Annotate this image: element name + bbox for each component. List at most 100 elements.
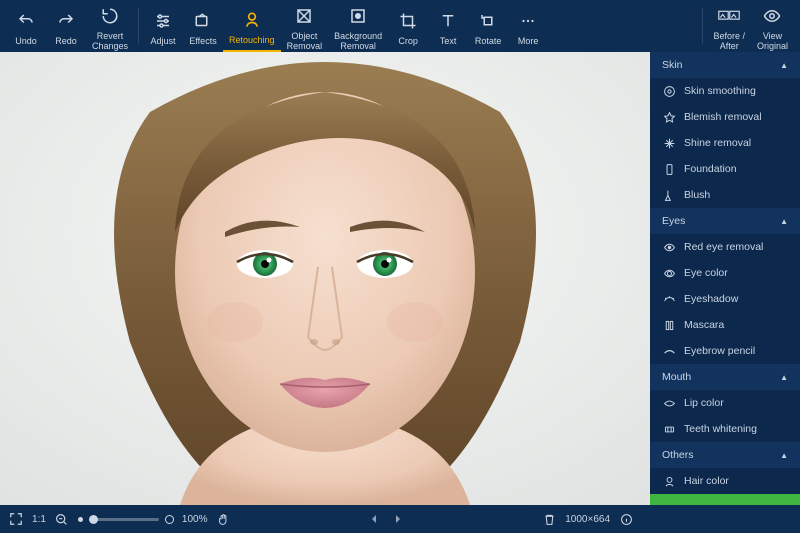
text-button[interactable]: Text bbox=[428, 0, 468, 52]
section-eyes-header[interactable]: Eyes ▲ bbox=[650, 208, 800, 234]
retouching-button[interactable]: Retouching bbox=[223, 0, 281, 52]
item-label: Eyebrow pencil bbox=[684, 345, 755, 357]
zoom-slider[interactable] bbox=[78, 515, 174, 524]
item-shine-removal[interactable]: Shine removal bbox=[650, 130, 800, 156]
blemish-icon bbox=[662, 110, 676, 124]
view-original-label: View Original bbox=[757, 31, 788, 51]
section-mouth-label: Mouth bbox=[662, 371, 691, 383]
item-label: Lip color bbox=[684, 397, 724, 409]
teeth-icon bbox=[662, 422, 676, 436]
section-skin-label: Skin bbox=[662, 59, 682, 71]
hair-color-icon bbox=[662, 474, 676, 488]
before-after-icon bbox=[718, 5, 740, 27]
prev-image-button[interactable] bbox=[366, 511, 382, 527]
effects-button[interactable]: Effects bbox=[183, 0, 223, 52]
redo-button[interactable]: Redo bbox=[46, 0, 86, 52]
pan-hand-button[interactable] bbox=[215, 511, 231, 527]
item-label: Mascara bbox=[684, 319, 724, 331]
item-label: Skin smoothing bbox=[684, 85, 756, 97]
object-removal-button[interactable]: Object Removal bbox=[281, 0, 329, 52]
section-others-header[interactable]: Others ▲ bbox=[650, 442, 800, 468]
zoom-out-icon[interactable] bbox=[54, 511, 70, 527]
save-as-button[interactable]: Save As... bbox=[650, 494, 800, 505]
rotate-button[interactable]: Rotate bbox=[468, 0, 508, 52]
more-icon bbox=[519, 10, 537, 32]
item-label: Foundation bbox=[684, 163, 737, 175]
rotate-icon bbox=[479, 10, 497, 32]
info-button[interactable] bbox=[618, 511, 634, 527]
item-teeth-whitening[interactable]: Teeth whitening bbox=[650, 416, 800, 442]
chevron-up-icon: ▲ bbox=[780, 373, 788, 382]
eye-icon bbox=[763, 5, 781, 27]
item-label: Red eye removal bbox=[684, 241, 763, 253]
item-label: Blemish removal bbox=[684, 111, 762, 123]
item-mascara[interactable]: Mascara bbox=[650, 312, 800, 338]
item-lip-color[interactable]: Lip color bbox=[650, 390, 800, 416]
item-red-eye-removal[interactable]: Red eye removal bbox=[650, 234, 800, 260]
eyebrow-icon bbox=[662, 344, 676, 358]
retouching-panel: Skin ▲ Skin smoothing Blemish removal Sh… bbox=[650, 52, 800, 505]
fullscreen-button[interactable] bbox=[8, 511, 24, 527]
mascara-icon bbox=[662, 318, 676, 332]
adjust-icon bbox=[154, 10, 172, 32]
retouching-label: Retouching bbox=[229, 35, 275, 45]
smoothing-icon bbox=[662, 84, 676, 98]
section-skin-header[interactable]: Skin ▲ bbox=[650, 52, 800, 78]
portrait-image bbox=[0, 52, 650, 505]
item-skin-smoothing[interactable]: Skin smoothing bbox=[650, 78, 800, 104]
lip-icon bbox=[662, 396, 676, 410]
aspect-ratio-label[interactable]: 1:1 bbox=[32, 514, 46, 525]
delete-button[interactable] bbox=[541, 511, 557, 527]
item-hair-color[interactable]: Hair color bbox=[650, 468, 800, 494]
item-foundation[interactable]: Foundation bbox=[650, 156, 800, 182]
zoom-track[interactable] bbox=[89, 518, 159, 521]
crop-button[interactable]: Crop bbox=[388, 0, 428, 52]
red-eye-icon bbox=[662, 240, 676, 254]
item-eye-color[interactable]: Eye color bbox=[650, 260, 800, 286]
adjust-label: Adjust bbox=[151, 36, 176, 46]
undo-icon bbox=[17, 10, 35, 32]
zoom-percent-label: 100% bbox=[182, 514, 208, 525]
item-blush[interactable]: Blush bbox=[650, 182, 800, 208]
undo-button[interactable]: Undo bbox=[6, 0, 46, 52]
before-after-button[interactable]: Before / After bbox=[707, 0, 751, 52]
foundation-icon bbox=[662, 162, 676, 176]
bottom-bar: 1:1 100% 1000×664 bbox=[0, 505, 800, 533]
effects-label: Effects bbox=[189, 36, 216, 46]
text-label: Text bbox=[440, 36, 457, 46]
item-label: Hair color bbox=[684, 475, 729, 487]
zoom-thumb[interactable] bbox=[89, 515, 98, 524]
image-canvas[interactable] bbox=[0, 52, 650, 505]
adjust-button[interactable]: Adjust bbox=[143, 0, 183, 52]
effects-icon bbox=[194, 10, 212, 32]
section-mouth-header[interactable]: Mouth ▲ bbox=[650, 364, 800, 390]
object-removal-icon bbox=[295, 5, 313, 27]
app-root: Undo Redo Revert Changes Adjust Effects bbox=[0, 0, 800, 533]
item-label: Shine removal bbox=[684, 137, 751, 149]
next-image-button[interactable] bbox=[390, 511, 406, 527]
before-after-label: Before / After bbox=[713, 31, 745, 51]
chevron-up-icon: ▲ bbox=[780, 217, 788, 226]
rotate-label: Rotate bbox=[475, 36, 502, 46]
separator bbox=[138, 8, 139, 44]
crop-icon bbox=[399, 10, 417, 32]
item-label: Blush bbox=[684, 189, 710, 201]
revert-button[interactable]: Revert Changes bbox=[86, 0, 134, 52]
redo-icon bbox=[57, 10, 75, 32]
item-blemish-removal[interactable]: Blemish removal bbox=[650, 104, 800, 130]
more-button[interactable]: More bbox=[508, 0, 548, 52]
chevron-up-icon: ▲ bbox=[780, 61, 788, 70]
view-original-button[interactable]: View Original bbox=[751, 0, 794, 52]
background-removal-button[interactable]: Background Removal bbox=[328, 0, 388, 52]
section-others-label: Others bbox=[662, 449, 694, 461]
slider-dot-icon bbox=[78, 517, 83, 522]
redo-label: Redo bbox=[55, 36, 77, 46]
eye-color-icon bbox=[662, 266, 676, 280]
blush-icon bbox=[662, 188, 676, 202]
text-icon bbox=[439, 10, 457, 32]
chevron-up-icon: ▲ bbox=[780, 451, 788, 460]
eyeshadow-icon bbox=[662, 292, 676, 306]
item-eyebrow-pencil[interactable]: Eyebrow pencil bbox=[650, 338, 800, 364]
item-eyeshadow[interactable]: Eyeshadow bbox=[650, 286, 800, 312]
background-removal-icon bbox=[349, 5, 367, 27]
